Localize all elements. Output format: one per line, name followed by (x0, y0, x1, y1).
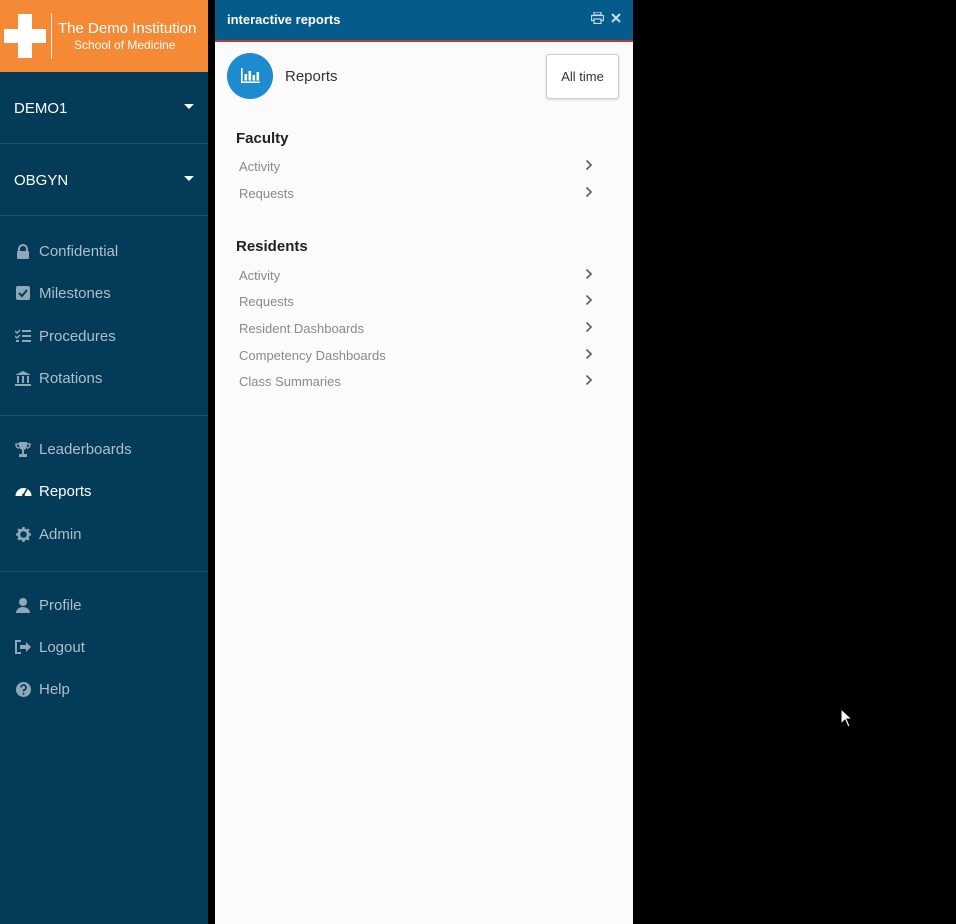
chevron-right-icon (585, 347, 595, 361)
sidebar-item-milestones[interactable]: Milestones (0, 279, 208, 309)
class-summaries-link[interactable]: Class Summaries (239, 371, 595, 393)
chevron-right-icon (585, 185, 595, 199)
report-link-label: Activity (239, 268, 281, 283)
faculty-activity-link[interactable]: Activity (239, 156, 595, 178)
sidebar-item-help[interactable]: Help (0, 675, 208, 705)
sidebar-item-profile[interactable]: Profile (0, 591, 208, 621)
sidebar-item-admin[interactable]: Admin (0, 520, 208, 550)
sidebar-item-label: Procedures (39, 328, 116, 345)
sidebar-item-logout[interactable]: Logout (0, 633, 208, 663)
tasks-icon (14, 329, 31, 345)
chevron-right-icon (585, 320, 595, 334)
report-link-label: Activity (239, 159, 281, 174)
medical-cross-icon (4, 14, 46, 58)
sidebar-item-rotations[interactable]: Rotations (0, 364, 208, 394)
institution-subtitle: School of Medicine (74, 38, 176, 52)
residents-requests-link[interactable]: Requests (239, 291, 595, 313)
residents-section-title: Residents (236, 238, 308, 255)
chevron-right-icon (585, 158, 595, 172)
mouse-cursor-icon (840, 707, 854, 733)
reports-heading: Reports (285, 68, 338, 85)
sidebar-item-leaderboards[interactable]: Leaderboards (0, 435, 208, 465)
sidebar-item-label: Admin (39, 526, 82, 543)
report-link-label: Requests (239, 186, 294, 201)
panel-header: interactive reports (215, 0, 633, 42)
sidebar: The Demo Institution School of Medicine … (0, 0, 208, 924)
close-icon[interactable] (609, 12, 623, 26)
sidebar-item-label: Leaderboards (39, 441, 132, 458)
department-picker-label: OBGYN (14, 172, 69, 189)
print-icon[interactable] (590, 11, 604, 26)
program-picker[interactable]: DEMO1 (0, 72, 208, 144)
chevron-right-icon (585, 267, 595, 281)
faculty-requests-link[interactable]: Requests (239, 183, 595, 205)
faculty-section-title: Faculty (236, 130, 289, 147)
panel-title: interactive reports (227, 12, 341, 27)
report-link-label: Competency Dashboards (239, 348, 386, 363)
user-icon (15, 598, 31, 614)
checkbox-icon (15, 286, 31, 302)
sidebar-item-procedures[interactable]: Procedures (0, 322, 208, 352)
sidebar-item-label: Profile (39, 597, 82, 614)
reports-chart-icon (227, 53, 273, 99)
report-link-label: Class Summaries (239, 374, 341, 389)
sidebar-item-confidential[interactable]: Confidential (0, 237, 208, 267)
resident-dashboards-link[interactable]: Resident Dashboards (239, 318, 595, 340)
sidebar-item-label: Milestones (39, 285, 111, 302)
report-link-label: Requests (239, 294, 294, 309)
caret-down-icon (184, 176, 194, 181)
competency-dashboards-link[interactable]: Competency Dashboards (239, 345, 595, 367)
sidebar-item-label: Help (39, 681, 70, 698)
trophy-icon (15, 442, 31, 458)
sidebar-item-label: Logout (39, 639, 85, 656)
sidebar-item-label: Reports (39, 483, 92, 500)
menu-group-tools: Leaderboards Reports Admin (0, 416, 208, 572)
institution-logo[interactable]: The Demo Institution School of Medicine (0, 0, 208, 72)
lock-icon (15, 244, 31, 260)
institution-icon (15, 371, 31, 387)
gear-icon (15, 527, 31, 543)
institution-name: The Demo Institution (58, 20, 197, 37)
question-icon (15, 682, 31, 698)
report-link-label: Resident Dashboards (239, 321, 365, 336)
chevron-right-icon (585, 293, 595, 307)
date-range-button[interactable]: All time (546, 54, 619, 99)
sidebar-item-label: Rotations (39, 370, 103, 387)
department-picker[interactable]: OBGYN (0, 144, 208, 216)
chevron-right-icon (585, 373, 595, 387)
logout-icon (15, 640, 31, 656)
residents-activity-link[interactable]: Activity (239, 265, 595, 287)
logo-divider (51, 13, 52, 59)
menu-group-account: Profile Logout Help (0, 572, 208, 712)
dashboard-icon (15, 484, 32, 500)
program-picker-label: DEMO1 (14, 100, 68, 117)
sidebar-item-reports[interactable]: Reports (0, 477, 208, 507)
caret-down-icon (184, 104, 194, 109)
reports-panel: interactive reports Reports All time Fac… (215, 0, 633, 924)
menu-group-records: Confidential Milestones Procedures Rotat… (0, 216, 208, 416)
sidebar-item-label: Confidential (39, 243, 119, 260)
